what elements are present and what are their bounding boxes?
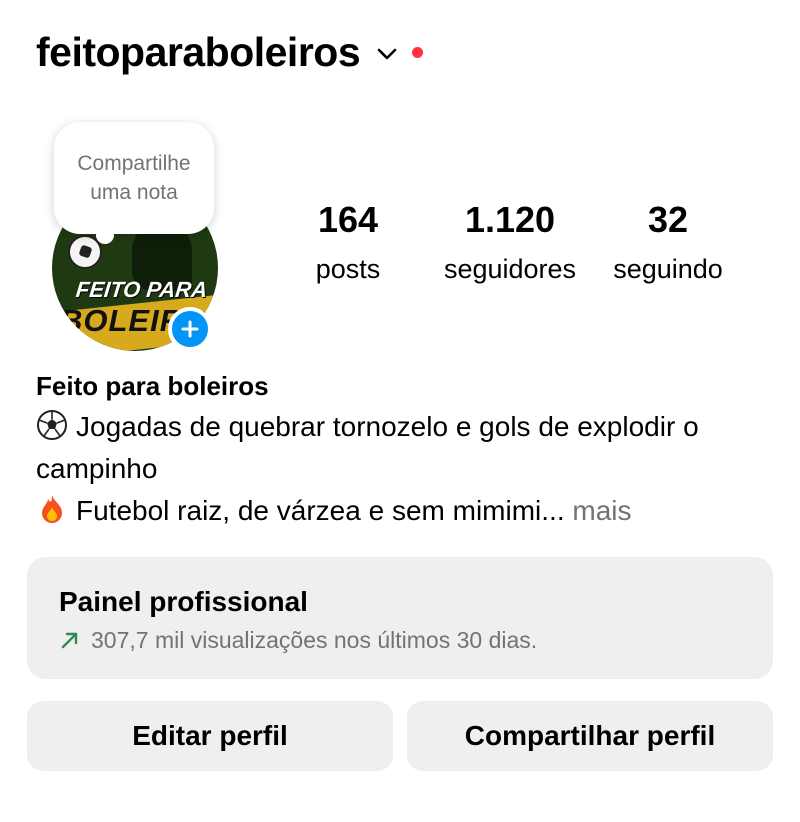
following-label: seguindo <box>613 254 723 284</box>
stat-following[interactable]: 32 seguindo <box>598 196 738 292</box>
avatar-logo-text-top: FEITO PARA <box>74 277 209 302</box>
notification-dot <box>412 46 424 58</box>
posts-label: posts <box>315 254 381 284</box>
username[interactable]: feitoparaboleiros <box>36 29 361 76</box>
following-count: 32 <box>647 199 689 240</box>
bio-more-link[interactable]: mais <box>572 495 631 526</box>
display-name: Feito para boleiros <box>36 371 269 401</box>
plus-icon <box>181 320 199 338</box>
profile-stats: 164 posts 1.120 seguidores 32 seguindo <box>296 196 738 292</box>
dashboard-title: Painel profissional <box>59 586 308 617</box>
note-bubble[interactable]: Compartilhe uma nota <box>54 122 214 244</box>
share-profile-button[interactable]: Compartilhar perfil <box>407 701 773 771</box>
profile-bio: Feito para boleiros Jogadas de quebrar t… <box>36 366 776 532</box>
bio-line-2-text: Futebol raiz, de várzea e sem mimimi... <box>76 495 565 526</box>
add-story-button[interactable] <box>168 307 212 351</box>
note-placeholder: Compartilhe uma nota <box>77 152 191 204</box>
stat-followers[interactable]: 1.120 seguidores <box>422 196 598 292</box>
followers-label: seguidores <box>443 254 577 284</box>
profile-header: feitoparaboleiros <box>36 24 424 80</box>
soccer-ball-icon <box>37 410 67 440</box>
fire-icon <box>42 495 62 523</box>
chevron-down-icon[interactable] <box>376 43 398 65</box>
stat-posts[interactable]: 164 posts <box>296 196 400 292</box>
dashboard-subtitle-row: 307,7 mil visualizações nos últimos 30 d… <box>59 625 741 655</box>
dashboard-subtitle: 307,7 mil visualizações nos últimos 30 d… <box>91 627 538 653</box>
posts-count: 164 <box>317 199 379 240</box>
bio-line-1-text: Jogadas de quebrar tornozelo e gols de e… <box>36 411 699 484</box>
edit-profile-button[interactable]: Editar perfil <box>27 701 393 771</box>
bio-line-2: Futebol raiz, de várzea e sem mimimi... … <box>36 490 776 532</box>
followers-count: 1.120 <box>464 199 556 240</box>
bio-line-1: Jogadas de quebrar tornozelo e gols de e… <box>36 406 776 490</box>
professional-dashboard[interactable]: Painel profissional 307,7 mil visualizaç… <box>27 557 773 679</box>
trend-up-arrow-icon <box>59 629 81 651</box>
